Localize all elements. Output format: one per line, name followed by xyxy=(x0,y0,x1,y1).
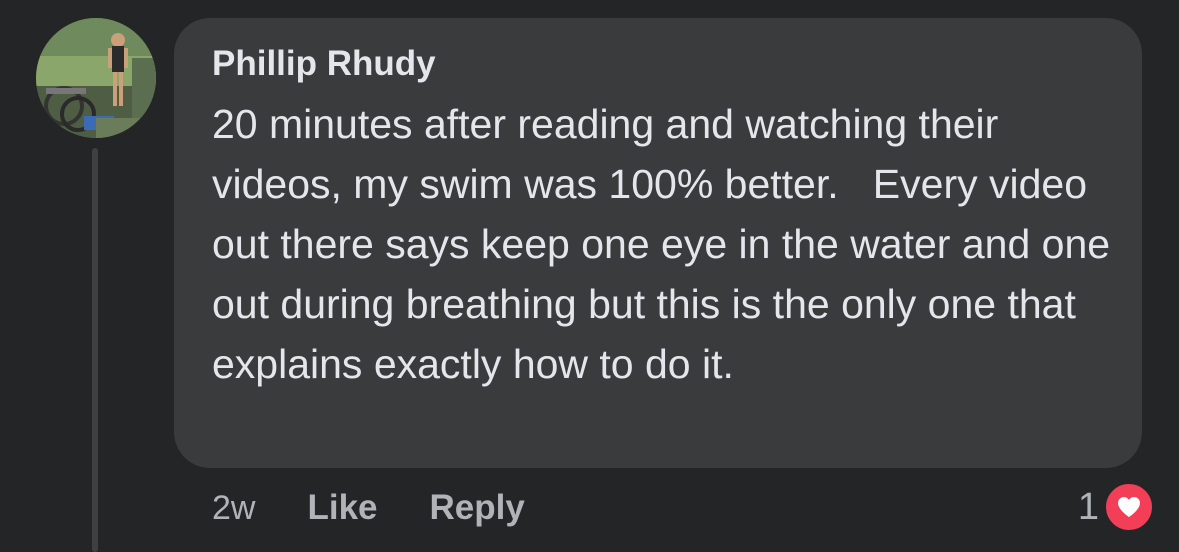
like-button[interactable]: Like xyxy=(307,488,377,528)
reaction-count: 1 xyxy=(1077,485,1099,528)
comment-text: 20 minutes after reading and watching th… xyxy=(212,101,1122,387)
avatar-photo xyxy=(36,18,156,138)
comment-bubble: Phillip Rhudy 20 minutes after reading a… xyxy=(174,18,1142,468)
comment-thread: Phillip Rhudy 20 minutes after reading a… xyxy=(0,0,1179,552)
comment-author[interactable]: Phillip Rhudy xyxy=(212,42,1112,86)
comment-timestamp[interactable]: 2w xyxy=(212,489,255,528)
comment-actions: 2w Like Reply xyxy=(212,485,577,531)
avatar[interactable] xyxy=(36,18,156,138)
heart-icon xyxy=(1103,481,1155,533)
reaction-summary[interactable]: 1 xyxy=(1078,478,1155,536)
reply-button[interactable]: Reply xyxy=(430,488,525,528)
thread-line xyxy=(92,148,98,552)
